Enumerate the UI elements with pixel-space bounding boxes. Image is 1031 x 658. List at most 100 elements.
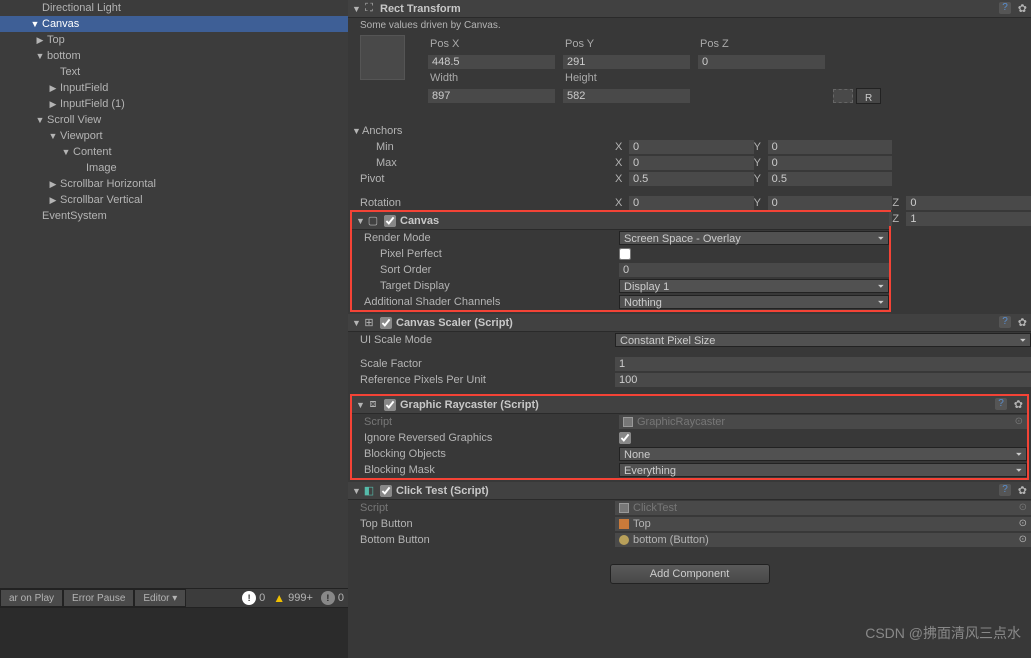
gear-icon[interactable]: ✿	[1018, 316, 1027, 329]
gear-icon[interactable]: ✿	[1018, 484, 1027, 497]
r-button[interactable]: R	[856, 88, 881, 104]
ignore-reversed-label: Ignore Reversed Graphics	[364, 432, 619, 444]
clear-on-play-button[interactable]: ar on Play	[0, 589, 63, 607]
anchors-fold[interactable]: ▼Anchors	[348, 123, 1031, 139]
hierarchy-item[interactable]: ▼Viewport	[0, 128, 348, 144]
hierarchy-item[interactable]: Image	[0, 160, 348, 176]
canvas-enable-checkbox[interactable]	[384, 215, 396, 227]
canvas-icon: ▢	[366, 214, 380, 228]
script-field: ClickTest	[615, 501, 1031, 515]
gear-icon[interactable]: ✿	[1014, 398, 1023, 411]
bottom-button-label: Bottom Button	[360, 534, 615, 546]
script-icon	[619, 503, 629, 513]
hierarchy-item[interactable]: Directional Light	[0, 0, 348, 16]
rect-transform-header[interactable]: ▼ ⛶ Rect Transform ? ✿	[348, 0, 1031, 18]
hierarchy-item[interactable]: ▶Top	[0, 32, 348, 48]
ignore-reversed-checkbox[interactable]	[619, 432, 631, 444]
error-badge[interactable]: !0	[317, 591, 348, 605]
editor-dropdown[interactable]: Editor ▾	[134, 589, 186, 607]
pos-x-label: Pos X	[428, 36, 563, 53]
rot-z-input[interactable]: 0	[906, 196, 1031, 210]
info-icon: !	[242, 591, 256, 605]
help-icon[interactable]: ?	[995, 398, 1007, 410]
pivot-label: Pivot	[360, 173, 615, 185]
clicktest-enable-checkbox[interactable]	[380, 485, 392, 497]
width-label: Width	[428, 70, 563, 87]
hierarchy-item[interactable]: Text	[0, 64, 348, 80]
rotation-label: Rotation	[360, 197, 615, 209]
help-icon[interactable]: ?	[999, 2, 1011, 14]
hierarchy-item[interactable]: ▶Scrollbar Horizontal	[0, 176, 348, 192]
scale-factor-label: Scale Factor	[360, 358, 615, 370]
hierarchy-item[interactable]: ▶InputField	[0, 80, 348, 96]
max-x-input[interactable]: 0	[629, 156, 754, 170]
sort-order-input[interactable]: 0	[619, 263, 889, 277]
hierarchy-tree: Directional Light ▼Canvas ▶Top ▼bottom T…	[0, 0, 348, 224]
blocking-mask-label: Blocking Mask	[364, 464, 619, 476]
script-label: Script	[364, 416, 619, 428]
canvas-header[interactable]: ▼▢ Canvas	[352, 212, 889, 230]
script-label: Script	[360, 502, 615, 514]
max-y-input[interactable]: 0	[768, 156, 893, 170]
pos-y-label: Pos Y	[563, 36, 698, 53]
info-badge[interactable]: !0	[238, 591, 269, 605]
hierarchy-item[interactable]: EventSystem	[0, 208, 348, 224]
hierarchy-item-canvas[interactable]: ▼Canvas	[0, 16, 348, 32]
error-icon: !	[321, 591, 335, 605]
top-button-field[interactable]: Top	[615, 517, 1031, 531]
blocking-mask-dropdown[interactable]: Everything	[619, 463, 1027, 477]
ui-scale-mode-dropdown[interactable]: Constant Pixel Size	[615, 333, 1031, 347]
height-label: Height	[563, 70, 698, 87]
script-field: GraphicRaycaster	[619, 415, 1027, 429]
width-input[interactable]: 897	[428, 89, 555, 103]
blocking-objects-dropdown[interactable]: None	[619, 447, 1027, 461]
hierarchy-item[interactable]: ▶InputField (1)	[0, 96, 348, 112]
pixel-perfect-checkbox[interactable]	[619, 248, 631, 260]
height-input[interactable]: 582	[563, 89, 690, 103]
scale-factor-input[interactable]: 1	[615, 357, 1031, 371]
help-icon[interactable]: ?	[999, 316, 1011, 328]
inspector-panel: ▼ ⛶ Rect Transform ? ✿ Some values drive…	[348, 0, 1031, 658]
pos-y-input[interactable]: 291	[563, 55, 690, 69]
scale-z-input[interactable]: 1	[906, 212, 1031, 226]
add-component-button[interactable]: Add Component	[610, 564, 770, 584]
gear-icon[interactable]: ✿	[1018, 2, 1027, 15]
hierarchy-item[interactable]: ▼Content	[0, 144, 348, 160]
script-icon: ◧	[362, 484, 376, 498]
graphic-raycaster-header[interactable]: ▼⧈ Graphic Raycaster (Script) ? ✿	[352, 396, 1027, 414]
raycaster-enable-checkbox[interactable]	[384, 399, 396, 411]
canvas-scaler-header[interactable]: ▼⊞ Canvas Scaler (Script) ? ✿	[348, 314, 1031, 332]
rot-x-input[interactable]: 0	[629, 196, 754, 210]
cube-icon	[619, 519, 629, 529]
help-icon[interactable]: ?	[999, 484, 1011, 496]
error-pause-button[interactable]: Error Pause	[63, 589, 134, 607]
hierarchy-item[interactable]: ▼bottom	[0, 48, 348, 64]
target-display-dropdown[interactable]: Display 1	[619, 279, 889, 293]
click-test-header[interactable]: ▼◧ Click Test (Script) ? ✿	[348, 482, 1031, 500]
hierarchy-item[interactable]: ▼Scroll View	[0, 112, 348, 128]
script-icon	[623, 417, 633, 427]
console-content	[0, 608, 348, 658]
max-label: Max	[360, 157, 615, 169]
console-toolbar: ar on Play Error Pause Editor ▾ !0 ▲999+…	[0, 588, 348, 608]
scaler-enable-checkbox[interactable]	[380, 317, 392, 329]
render-mode-label: Render Mode	[364, 232, 619, 244]
pos-z-input[interactable]: 0	[698, 55, 825, 69]
pivot-x-input[interactable]: 0.5	[629, 172, 754, 186]
rect-transform-icon: ⛶	[362, 2, 376, 16]
min-x-input[interactable]: 0	[629, 140, 754, 154]
hierarchy-item[interactable]: ▶Scrollbar Vertical	[0, 192, 348, 208]
pos-x-input[interactable]: 448.5	[428, 55, 555, 69]
min-y-input[interactable]: 0	[768, 140, 893, 154]
pixel-perfect-label: Pixel Perfect	[364, 248, 619, 260]
ref-pixels-input[interactable]: 100	[615, 373, 1031, 387]
sort-order-label: Sort Order	[364, 264, 619, 276]
shader-channels-dropdown[interactable]: Nothing	[619, 295, 889, 309]
bottom-button-field[interactable]: bottom (Button)	[615, 533, 1031, 547]
blueprint-button[interactable]	[833, 89, 853, 103]
render-mode-dropdown[interactable]: Screen Space - Overlay	[619, 231, 889, 245]
rot-y-input[interactable]: 0	[768, 196, 893, 210]
pivot-y-input[interactable]: 0.5	[768, 172, 893, 186]
raycaster-icon: ⧈	[366, 398, 380, 412]
warning-badge[interactable]: ▲999+	[269, 591, 317, 605]
